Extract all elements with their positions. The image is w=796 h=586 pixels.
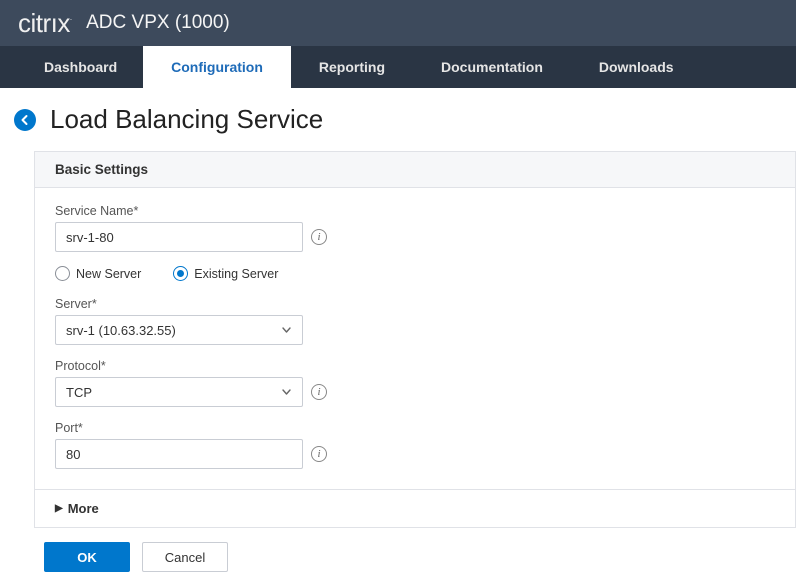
service-name-label: Service Name* bbox=[55, 204, 775, 218]
top-bar: citrıx. ADC VPX (1000) bbox=[0, 0, 796, 46]
nav-dashboard[interactable]: Dashboard bbox=[0, 46, 143, 88]
panel-body: Service Name* i New Server Existing Serv… bbox=[35, 188, 795, 489]
info-icon[interactable]: i bbox=[311, 446, 327, 462]
ok-button[interactable]: OK bbox=[44, 542, 130, 572]
product-name: ADC VPX (1000) bbox=[86, 12, 230, 34]
service-name-field: Service Name* i bbox=[55, 204, 775, 252]
protocol-field: Protocol* TCP i bbox=[55, 359, 775, 407]
radio-new-server-label: New Server bbox=[76, 267, 141, 281]
page-title: Load Balancing Service bbox=[50, 104, 323, 135]
cancel-button[interactable]: Cancel bbox=[142, 542, 228, 572]
brand-logo: citrıx. bbox=[18, 8, 72, 39]
port-label: Port* bbox=[55, 421, 775, 435]
radio-existing-server-label: Existing Server bbox=[194, 267, 278, 281]
protocol-select[interactable]: TCP bbox=[55, 377, 303, 407]
more-expander[interactable]: ▶ More bbox=[35, 489, 795, 527]
info-icon[interactable]: i bbox=[311, 229, 327, 245]
chevron-down-icon bbox=[281, 385, 292, 400]
radio-icon bbox=[173, 266, 188, 281]
server-field: Server* srv-1 (10.63.32.55) bbox=[55, 297, 775, 345]
brand-text: citrıx bbox=[18, 8, 70, 38]
protocol-label: Protocol* bbox=[55, 359, 775, 373]
button-row: OK Cancel bbox=[34, 542, 796, 572]
server-type-radio-group: New Server Existing Server bbox=[55, 266, 775, 281]
port-field: Port* i bbox=[55, 421, 775, 469]
port-input[interactable] bbox=[55, 439, 303, 469]
nav-configuration[interactable]: Configuration bbox=[143, 46, 291, 88]
main-nav: Dashboard Configuration Reporting Docume… bbox=[0, 46, 796, 88]
radio-icon bbox=[55, 266, 70, 281]
panel-header: Basic Settings bbox=[35, 152, 795, 188]
service-name-input[interactable] bbox=[55, 222, 303, 252]
server-select[interactable]: srv-1 (10.63.32.55) bbox=[55, 315, 303, 345]
chevron-down-icon bbox=[281, 323, 292, 338]
info-icon[interactable]: i bbox=[311, 384, 327, 400]
basic-settings-panel: Basic Settings Service Name* i New Serve… bbox=[34, 151, 796, 528]
nav-documentation[interactable]: Documentation bbox=[413, 46, 571, 88]
protocol-select-value: TCP bbox=[66, 385, 92, 400]
more-label: More bbox=[68, 501, 99, 516]
caret-right-icon: ▶ bbox=[55, 503, 63, 514]
radio-existing-server[interactable]: Existing Server bbox=[173, 266, 278, 281]
back-button[interactable] bbox=[14, 109, 36, 131]
page-header: Load Balancing Service bbox=[0, 88, 796, 151]
nav-downloads[interactable]: Downloads bbox=[571, 46, 702, 88]
arrow-left-icon bbox=[19, 114, 31, 126]
radio-new-server[interactable]: New Server bbox=[55, 266, 141, 281]
server-label: Server* bbox=[55, 297, 775, 311]
nav-reporting[interactable]: Reporting bbox=[291, 46, 413, 88]
server-select-value: srv-1 (10.63.32.55) bbox=[66, 323, 176, 338]
